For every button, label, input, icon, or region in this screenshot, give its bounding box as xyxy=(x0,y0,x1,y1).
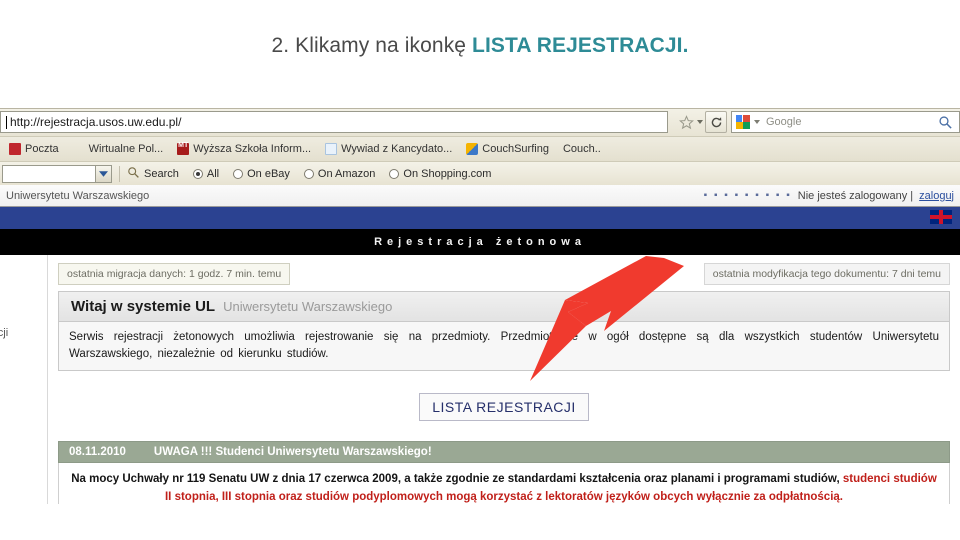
welcome-title: Witaj w systemie UL xyxy=(71,298,216,315)
page-title: 2. Klikamy na ikonkę LISTA REJESTRACJI. xyxy=(0,34,960,58)
description-text: Serwis rejestracji żetonowych umożliwia … xyxy=(69,331,939,360)
banner-title: Rejestracja żetonowa xyxy=(374,236,586,248)
sidebar: racji xyxy=(0,255,48,504)
bookmark-label: Couch.. xyxy=(562,143,601,155)
info-row: ostatnia migracja danych: 1 godz. 7 min.… xyxy=(48,255,960,291)
slide-root: 2. Klikamy na ikonkę LISTA REJESTRACJI. … xyxy=(0,0,960,540)
bookmark-item[interactable]: Wywiad z Kancydato... xyxy=(318,139,459,159)
toolbar-search-input[interactable] xyxy=(2,164,96,183)
news-header: 08.11.2010 UWAGA !!! Studenci Uniwersyte… xyxy=(58,441,950,464)
radio-option-all[interactable]: All xyxy=(192,167,220,180)
toolbar-search-dropdown-icon[interactable] xyxy=(96,164,112,183)
login-status-text: Nie jesteś zalogowany | xyxy=(797,189,914,202)
reload-button[interactable] xyxy=(705,111,727,133)
search-provider-dropdown-icon[interactable] xyxy=(754,120,760,124)
login-link[interactable]: zaloguj xyxy=(919,190,954,202)
page-favicon-icon xyxy=(73,143,85,155)
page-topbar: Uniwersytetu Warszawskiego ▪ ▪ ▪ ▪ ▪ ▪ ▪… xyxy=(0,185,960,207)
uk-flag-icon[interactable] xyxy=(930,210,952,224)
sidebar-item-label: racji xyxy=(0,327,9,339)
mail-favicon-icon xyxy=(9,143,21,155)
radio-option-amazon[interactable]: On Amazon xyxy=(303,167,376,180)
radio-label: On eBay xyxy=(247,167,290,180)
radio-label: On Amazon xyxy=(317,167,376,180)
site-banner: Rejestracja żetonowa xyxy=(0,229,960,255)
browser-navigation-bar: http://rejestracja.usos.uw.edu.pl/ Googl… xyxy=(0,109,960,136)
radio-option-shopping[interactable]: On Shopping.com xyxy=(389,168,491,180)
radio-icon xyxy=(192,168,203,179)
web-page: Uniwersytetu Warszawskiego ▪ ▪ ▪ ▪ ▪ ▪ ▪… xyxy=(0,185,960,504)
bookmark-star-icon[interactable] xyxy=(674,112,698,132)
document-modified-info: ostatnia modyfikacja tego dokumentu: 7 d… xyxy=(703,263,950,285)
blue-accent-bar xyxy=(0,207,960,229)
news-body: Na mocy Uchwały nr 119 Senatu UW z dnia … xyxy=(58,463,950,504)
page-content: racji ostatnia migracja danych: 1 godz. … xyxy=(0,255,960,504)
search-input-placeholder: Google xyxy=(766,116,802,128)
radio-icon xyxy=(233,168,244,179)
bookmark-label: Poczta xyxy=(25,143,59,155)
toolbar-search-label: Search xyxy=(144,167,179,180)
toolbar-search-button[interactable]: Search xyxy=(127,166,179,182)
news-title: UWAGA !!! Studenci Uniwersytetu Warszaws… xyxy=(153,446,432,459)
google-logo-icon xyxy=(736,115,750,129)
toolbar-separator xyxy=(119,165,120,182)
radio-label: On Shopping.com xyxy=(403,167,492,180)
bookmark-item[interactable]: Wirtualne Pol... xyxy=(66,139,171,159)
description-box: Serwis rejestracji żetonowych umożliwia … xyxy=(58,321,950,372)
title-highlight: LISTA REJESTRACJI xyxy=(472,34,683,57)
bookmark-item[interactable]: Wyższa Szkoła Inform... xyxy=(170,139,318,159)
browser-window: http://rejestracja.usos.uw.edu.pl/ Googl… xyxy=(0,108,960,504)
bookmark-dropdown-icon[interactable] xyxy=(697,120,703,124)
university-label: Uniwersytetu Warszawskiego xyxy=(6,189,150,202)
bookmarks-bar: Poczta Wirtualne Pol... Wyższa Szkoła In… xyxy=(0,136,960,161)
bookmark-label: Wywiad z Kancydato... xyxy=(341,143,453,155)
search-input[interactable]: Google xyxy=(731,111,960,133)
text-cursor xyxy=(6,115,7,129)
search-magnifier-icon[interactable] xyxy=(938,115,953,135)
radio-label: All xyxy=(206,167,220,180)
bookmark-label: CouchSurfing xyxy=(482,143,549,155)
bookmark-label: Wirtualne Pol... xyxy=(88,143,164,155)
welcome-header: Witaj w systemie UL Uniwersytetu Warszaw… xyxy=(58,291,950,321)
news-date: 08.11.2010 xyxy=(69,446,126,459)
radio-icon xyxy=(389,168,400,179)
news-text-black: Na mocy Uchwały nr 119 Senatu UW z dnia … xyxy=(71,473,843,486)
wsi-favicon-icon xyxy=(177,142,190,155)
document-favicon-icon xyxy=(325,143,338,155)
address-bar-value: http://rejestracja.usos.uw.edu.pl/ xyxy=(10,115,182,129)
secondary-toolbar: Search All On eBay On Amazon On Shopping… xyxy=(0,161,960,185)
bookmark-item[interactable]: CouchSurfing xyxy=(459,139,556,159)
data-migration-info: ostatnia migracja danych: 1 godz. 7 min.… xyxy=(58,263,291,285)
welcome-subtitle: Uniwersytetu Warszawskiego xyxy=(223,299,393,314)
title-prefix: 2. Klikamy na ikonkę xyxy=(271,34,473,57)
decorative-dots: ▪ ▪ ▪ ▪ ▪ ▪ ▪ ▪ ▪ xyxy=(703,190,792,201)
magnifier-icon xyxy=(127,166,140,182)
lista-rejestracji-button[interactable]: LISTA REJESTRACJI xyxy=(419,393,589,422)
radio-icon xyxy=(303,168,314,179)
address-bar[interactable]: http://rejestracja.usos.uw.edu.pl/ xyxy=(0,111,668,133)
radio-option-ebay[interactable]: On eBay xyxy=(233,168,290,180)
bookmark-item[interactable]: Couch.. xyxy=(556,139,608,159)
bookmark-label: Wyższa Szkoła Inform... xyxy=(193,143,312,155)
bookmark-item[interactable]: Poczta xyxy=(2,139,66,159)
title-suffix: . xyxy=(682,34,689,57)
couchsurfing-favicon-icon xyxy=(466,143,479,155)
